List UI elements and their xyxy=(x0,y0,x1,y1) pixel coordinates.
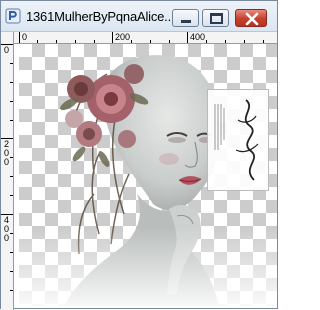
ruler-label-0: 0 xyxy=(22,32,28,42)
horizontal-ruler[interactable]: 0 200 400 xyxy=(19,32,277,44)
close-icon xyxy=(245,12,259,26)
image-window: 1361MulherByPqnaAlice... 0 200 400 0 2 0… xyxy=(0,0,278,310)
minimize-icon xyxy=(181,20,191,23)
ruler-label-200: 200 xyxy=(115,32,131,42)
close-button[interactable] xyxy=(235,9,267,27)
psp-app-icon xyxy=(5,8,21,24)
vruler-label-400-d3: 0 xyxy=(4,233,10,243)
window-title: 1361MulherByPqnaAlice... xyxy=(26,9,175,24)
maximize-button[interactable] xyxy=(202,9,229,27)
vertical-ruler[interactable]: 0 2 0 0 4 0 0 xyxy=(1,32,14,310)
minimize-button[interactable] xyxy=(172,9,199,27)
maximize-icon xyxy=(210,13,223,24)
vertical-ruler-ticks xyxy=(1,44,13,291)
ruler-label-400: 400 xyxy=(190,32,206,42)
horizontal-ruler-ticks xyxy=(19,32,264,43)
title-bar[interactable]: 1361MulherByPqnaAlice... xyxy=(1,1,277,32)
signature-mark xyxy=(214,99,259,181)
image-canvas[interactable] xyxy=(19,44,277,306)
signature-watermark xyxy=(207,89,269,191)
vruler-label-200-d3: 0 xyxy=(4,157,10,167)
vruler-label-0: 0 xyxy=(4,45,10,55)
